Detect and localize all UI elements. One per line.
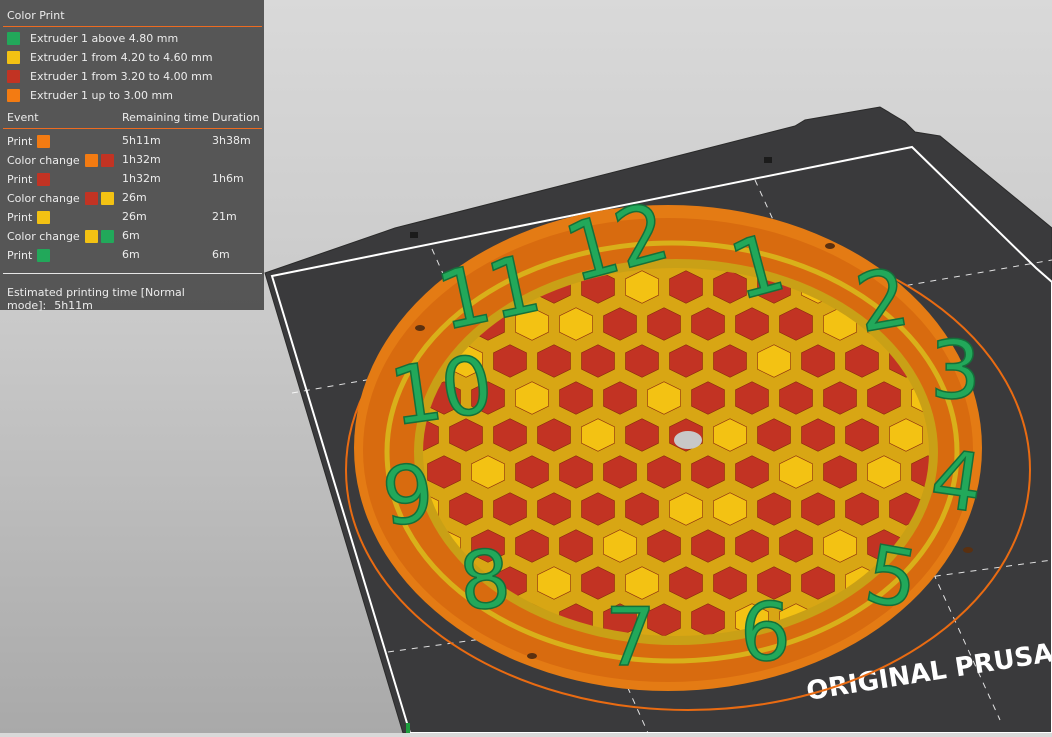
title-divider <box>3 26 262 27</box>
event-label: Color change <box>7 191 80 205</box>
color-swatch <box>7 69 20 83</box>
remaining-time: 6m <box>122 248 140 261</box>
clock-numeral: 9 <box>379 447 438 544</box>
color-swatch <box>7 50 20 64</box>
column-header-event: Event <box>7 111 39 124</box>
event-cell: Color change <box>7 228 114 244</box>
event-row: Print 1h32m 1h6m <box>0 171 264 187</box>
remaining-time: 5h11m <box>122 134 161 147</box>
clock-numeral: 7 <box>605 591 656 684</box>
event-row: Print 5h11m 3h38m <box>0 133 264 149</box>
color-swatch <box>100 153 114 167</box>
remaining-time: 6m <box>122 229 140 242</box>
event-cell: Print <box>7 133 51 149</box>
legend-item: Extruder 1 up to 3.00 mm <box>7 87 173 103</box>
estimate-label: Estimated printing time [Normal mode]: <box>7 286 185 312</box>
event-label: Color change <box>7 229 80 243</box>
remaining-time: 26m <box>122 210 147 223</box>
clock-numeral: 3 <box>930 324 981 417</box>
duration: 1h6m <box>212 172 244 185</box>
event-cell: Print <box>7 171 51 187</box>
event-cell: Color change <box>7 190 114 206</box>
legend-item: Extruder 1 from 4.20 to 4.60 mm <box>7 49 213 65</box>
column-header-duration: Duration <box>212 111 260 124</box>
event-label: Print <box>7 248 33 262</box>
footer-divider <box>3 273 262 274</box>
color-swatch <box>100 229 114 243</box>
event-label: Print <box>7 172 33 186</box>
event-label: Color change <box>7 153 80 167</box>
panel-title: Color Print <box>7 9 65 22</box>
event-cell: Color change <box>7 152 114 168</box>
color-swatch <box>37 248 51 262</box>
event-row: Color change 6m <box>0 228 264 244</box>
color-print-legend-panel: Color Print Extruder 1 above 4.80 mm Ext… <box>0 0 264 312</box>
estimate-value: 5h11m <box>54 299 93 312</box>
event-row: Color change 1h32m <box>0 152 264 168</box>
event-row: Color change 26m <box>0 190 264 206</box>
color-swatch <box>7 88 20 102</box>
legend-label: Extruder 1 above 4.80 mm <box>30 31 179 45</box>
event-cell: Print <box>7 247 51 263</box>
estimated-time: Estimated printing time [Normal mode]: 5h… <box>7 286 264 312</box>
event-row: Print 6m 6m <box>0 247 264 263</box>
color-swatch <box>100 191 114 205</box>
legend-label: Extruder 1 up to 3.00 mm <box>30 88 173 102</box>
legend-label: Extruder 1 from 4.20 to 4.60 mm <box>30 50 213 64</box>
duration: 6m <box>212 248 230 261</box>
color-swatch <box>84 229 98 243</box>
remaining-time: 1h32m <box>122 153 161 166</box>
remaining-time: 26m <box>122 191 147 204</box>
legend-item: Extruder 1 from 3.20 to 4.00 mm <box>7 68 213 84</box>
event-cell: Print <box>7 209 51 225</box>
clock-numeral: 8 <box>456 532 515 629</box>
color-swatch <box>84 191 98 205</box>
legend-item: Extruder 1 above 4.80 mm <box>7 30 178 46</box>
duration: 21m <box>212 210 237 223</box>
color-swatch <box>37 210 51 224</box>
header-divider <box>3 128 262 129</box>
remaining-time: 1h32m <box>122 172 161 185</box>
column-header-remaining-time: Remaining time <box>122 111 209 124</box>
clock-numeral: 10 <box>385 338 499 444</box>
event-label: Print <box>7 210 33 224</box>
event-row: Print 26m 21m <box>0 209 264 225</box>
color-swatch <box>7 31 20 45</box>
legend-label: Extruder 1 from 3.20 to 4.00 mm <box>30 69 213 83</box>
duration: 3h38m <box>212 134 251 147</box>
event-label: Print <box>7 134 33 148</box>
color-swatch <box>84 153 98 167</box>
clock-numeral: 6 <box>740 586 791 679</box>
color-swatch <box>37 172 51 186</box>
color-swatch <box>37 134 51 148</box>
